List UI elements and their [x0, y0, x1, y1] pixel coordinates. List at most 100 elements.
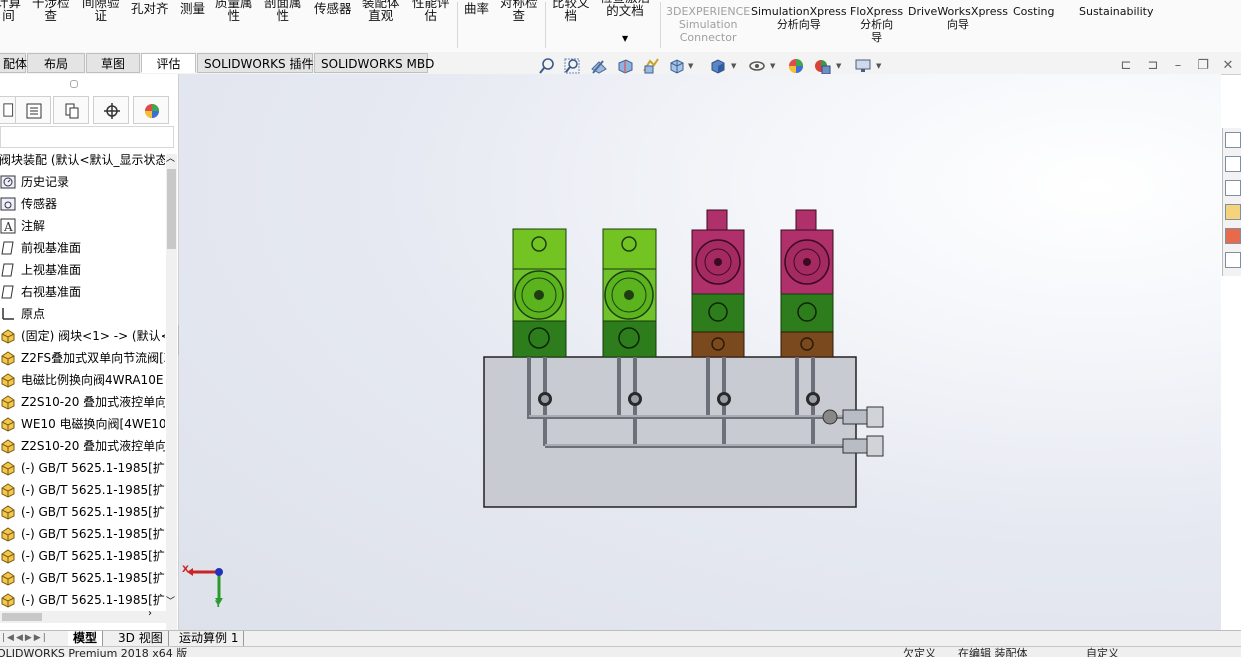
ribbon-sensor-button[interactable]: 传感器	[314, 2, 352, 15]
tree-root-assembly[interactable]: 阀块装配 (默认<默认_显示状态	[0, 149, 165, 171]
graphics-area[interactable]: X Y	[179, 74, 1221, 630]
view-palette-icon[interactable]	[1225, 204, 1241, 220]
previous-view-icon[interactable]	[590, 57, 608, 75]
tab-display-manager[interactable]	[133, 96, 169, 124]
valve-block[interactable]	[483, 356, 857, 508]
ribbon-mass-properties-button[interactable]: 质量属 性	[215, 0, 253, 22]
tab-model[interactable]: 模型	[68, 631, 104, 646]
view-settings-icon[interactable]	[854, 57, 872, 75]
tree-item[interactable]: Z2FS叠加式双单向节流阀[Z	[0, 347, 165, 369]
ribbon-simulationxpress-button[interactable]: SimulationXpress 分析向导	[751, 5, 847, 31]
tab-configuration-manager[interactable]	[53, 96, 89, 124]
valve-magenta-2[interactable]	[780, 209, 834, 358]
ribbon-compare-docs-button[interactable]: 比较文 档	[552, 0, 590, 22]
tree-item[interactable]: 原点	[0, 303, 165, 325]
ribbon-curvature-button[interactable]: 曲率	[464, 2, 489, 15]
ribbon-check-active-doc-button[interactable]: 检查激活 的文档	[600, 0, 650, 17]
custom-properties-icon[interactable]	[1225, 252, 1241, 268]
scroll-down-arrow[interactable]: ﹀	[166, 594, 175, 607]
ribbon-driveworksxpress-button[interactable]: DriveWorksXpress 向导	[908, 5, 1008, 31]
tree-item[interactable]: WE10 电磁换向阀[4WE10	[0, 413, 165, 435]
ribbon-3dexperience-button[interactable]: 3DEXPERIENCE Simulation Connector	[666, 5, 750, 44]
ribbon-calc-button[interactable]: 计算 间	[0, 0, 21, 22]
close-icon[interactable]: ✕	[1220, 58, 1236, 74]
tree-item[interactable]: 电磁比例换向阀4WRA10E	[0, 369, 165, 391]
tree-item[interactable]: 右视基准面	[0, 281, 165, 303]
tab-layout[interactable]: 布局	[27, 53, 85, 73]
view-orientation-icon[interactable]	[668, 57, 686, 75]
ribbon-performance-eval-button[interactable]: 性能评 估	[412, 0, 450, 22]
task-pane	[1222, 128, 1241, 276]
chevron-down-icon[interactable]: ▼	[836, 62, 841, 70]
tree-item[interactable]: (固定) 阀块<1> -> (默认<	[0, 325, 165, 347]
tree-item[interactable]: A 注解	[0, 215, 165, 237]
hide-show-items-icon[interactable]	[748, 57, 766, 75]
ribbon-section-properties-button[interactable]: 剖面属 性	[264, 0, 302, 22]
appearances-icon[interactable]	[1225, 228, 1241, 244]
edit-appearance-icon[interactable]	[787, 57, 805, 75]
display-style-icon[interactable]	[709, 57, 727, 75]
tab-property-manager[interactable]	[15, 96, 51, 124]
part-icon	[0, 592, 16, 608]
tree-scrollbar-thumb[interactable]	[167, 169, 176, 249]
ribbon-hole-align-button[interactable]: 孔对齐	[131, 2, 169, 15]
tab-evaluate[interactable]: 评估	[141, 53, 196, 73]
chevron-down-icon[interactable]: ▼	[770, 62, 775, 70]
ribbon-floxpress-button[interactable]: FloXpress 分析向 导	[850, 5, 903, 44]
tab-solidworks-mbd[interactable]: SOLIDWORKS MBD	[314, 53, 434, 73]
tree-item[interactable]: 传感器	[0, 193, 165, 215]
tree-item[interactable]: (-) GB/T 5625.1-1985[扩口	[0, 523, 165, 545]
scroll-up-arrow[interactable]: ︿	[166, 151, 175, 164]
home-icon[interactable]	[1225, 132, 1241, 148]
tree-item-label: (-) GB/T 5625.1-1985[扩口	[21, 527, 165, 541]
tree-filter-box[interactable]	[0, 126, 174, 148]
tree-item[interactable]: (-) GB/T 5625.1-1985[扩口	[0, 501, 165, 523]
tab-sketch[interactable]: 草图	[86, 53, 140, 73]
tree-item[interactable]: (-) GB/T 5625.1-1985[扩口	[0, 479, 165, 501]
ribbon-sustainability-button[interactable]: Sustainability	[1079, 5, 1153, 18]
assembly-model[interactable]	[179, 74, 1221, 630]
ribbon-measure-button[interactable]: 测量	[180, 2, 205, 15]
tree-item[interactable]: 上视基准面	[0, 259, 165, 281]
tree-item[interactable]: (-) GB/T 5625.1-1985[扩口	[0, 567, 165, 589]
valve-green-1[interactable]	[512, 228, 567, 358]
tile-left-icon[interactable]: ⊏	[1118, 58, 1134, 74]
tree-item[interactable]: 前视基准面	[0, 237, 165, 259]
ribbon-costing-button[interactable]: Costing	[1013, 5, 1054, 18]
tree-item[interactable]: (-) GB/T 5625.1-1985[扩口	[0, 589, 165, 611]
tab-assembly[interactable]: 配体	[0, 53, 27, 73]
chevron-down-icon[interactable]: ▼	[731, 62, 736, 70]
zoom-to-fit-icon[interactable]	[538, 57, 556, 75]
apply-scene-icon[interactable]	[813, 57, 831, 75]
valve-green-2[interactable]	[602, 228, 657, 358]
chevron-down-icon[interactable]: ▼	[876, 62, 881, 70]
chevron-down-icon[interactable]: ▼	[688, 62, 693, 70]
tile-right-icon[interactable]: ⊐	[1145, 58, 1161, 74]
zoom-area-icon[interactable]	[563, 57, 581, 75]
ribbon-symmetry-check-button[interactable]: 对称检 查	[500, 0, 538, 22]
ribbon-interference-check-button[interactable]: 干涉检 查	[32, 0, 70, 22]
dynamic-annotation-icon[interactable]	[642, 57, 660, 75]
panel-grip[interactable]	[70, 80, 78, 88]
tree-item[interactable]: (-) GB/T 5625.1-1985[扩口	[0, 545, 165, 567]
origin-icon	[0, 306, 16, 322]
tree-item[interactable]: Z2S10-20 叠加式液控单向	[0, 391, 165, 413]
ribbon-assemblyxpert-button[interactable]: 装配体 直观	[362, 0, 400, 22]
valve-magenta-1[interactable]	[691, 209, 745, 358]
tab-motion-study[interactable]: 运动算例 1	[174, 631, 245, 646]
tab-dimxpert-manager[interactable]	[93, 96, 129, 124]
tree-item[interactable]: (-) GB/T 5625.1-1985[扩口	[0, 457, 165, 479]
ribbon-clearance-verify-button[interactable]: 间隙验 证	[82, 0, 120, 22]
tab-solidworks-addins[interactable]: SOLIDWORKS 插件	[197, 53, 313, 73]
chevron-down-icon[interactable]: ▼	[622, 34, 628, 43]
minimize-icon[interactable]: –	[1170, 58, 1186, 74]
tab-scroll-arrows[interactable]: |◀◀▶▶|	[2, 633, 48, 643]
section-view-icon[interactable]	[616, 57, 634, 75]
tree-item[interactable]: 历史记录	[0, 171, 165, 193]
tab-3d-views[interactable]: 3D 视图	[113, 631, 169, 646]
file-explorer-icon[interactable]	[1225, 180, 1241, 196]
design-library-icon[interactable]	[1225, 156, 1241, 172]
restore-icon[interactable]: ❐	[1195, 58, 1211, 74]
tree-hscrollbar[interactable]: ›	[0, 608, 166, 623]
tree-item[interactable]: Z2S10-20 叠加式液控单向	[0, 435, 165, 457]
